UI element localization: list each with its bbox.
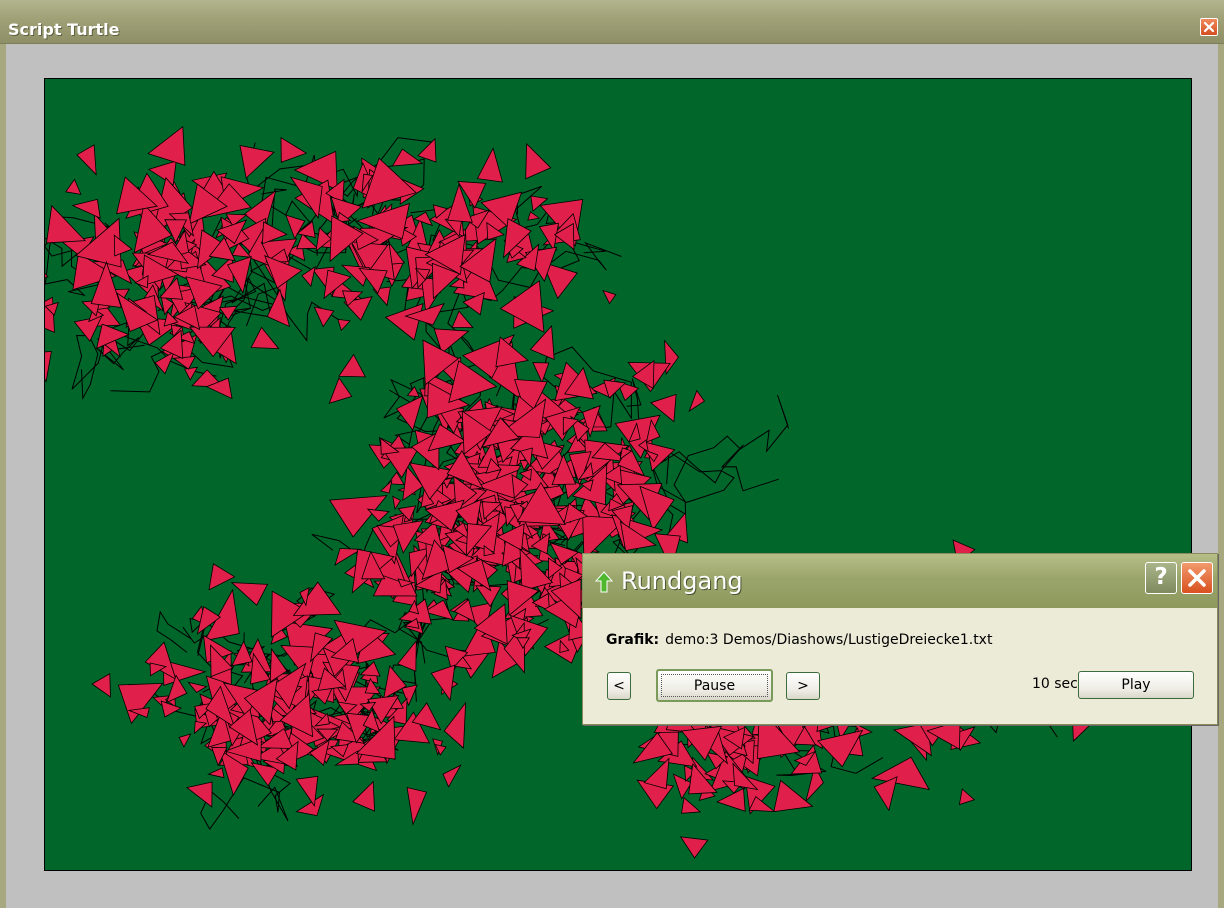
- window-close-button[interactable]: [1200, 18, 1218, 36]
- dialog-title: Rundgang: [621, 567, 743, 595]
- grafik-path: demo:3 Demos/Diashows/LustigeDreiecke1.t…: [665, 632, 993, 648]
- rundgang-dialog: Rundgang ? Grafik: demo:3 Demos/Diashows/…: [582, 553, 1218, 725]
- dialog-close-button[interactable]: [1181, 562, 1213, 594]
- previous-button[interactable]: <: [607, 672, 631, 700]
- help-icon: ?: [1154, 564, 1168, 590]
- window-border-left: [0, 44, 6, 908]
- next-button[interactable]: >: [786, 672, 820, 700]
- close-icon: [1188, 569, 1206, 587]
- turtle-drawing: [45, 125, 1124, 859]
- window-title: Script Turtle: [8, 20, 120, 39]
- up-arrow-icon: [595, 571, 613, 593]
- grafik-label: Grafik:: [606, 632, 660, 648]
- close-icon: [1203, 21, 1215, 33]
- window-border-right: [1218, 44, 1224, 908]
- pause-button[interactable]: Pause: [656, 669, 773, 702]
- dialog-titlebar[interactable]: Rundgang ?: [583, 554, 1217, 608]
- pause-button-label: Pause: [661, 674, 768, 697]
- script-turtle-window: Script Turtle: [0, 0, 1224, 908]
- grafik-row: Grafik: demo:3 Demos/Diashows/LustigeDrei…: [606, 632, 992, 648]
- turtle-canvas[interactable]: [44, 78, 1192, 871]
- interval-text: 10 sec: [1032, 676, 1078, 692]
- turtle-triangles: [45, 125, 1124, 859]
- play-button[interactable]: Play: [1078, 671, 1194, 699]
- dialog-help-button[interactable]: ?: [1145, 562, 1177, 594]
- window-titlebar[interactable]: Script Turtle: [0, 0, 1224, 44]
